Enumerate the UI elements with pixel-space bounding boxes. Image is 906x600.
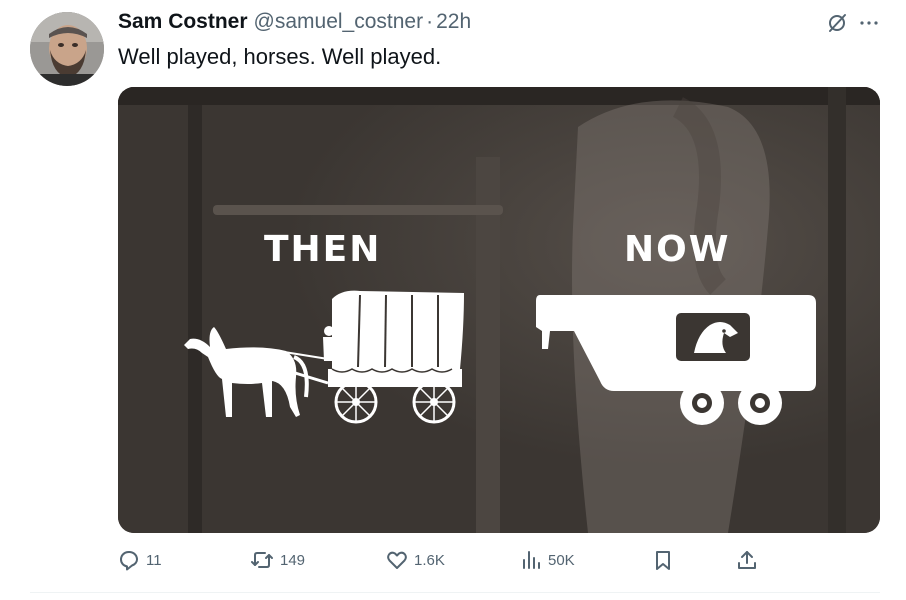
- like-button[interactable]: 1.6K: [386, 545, 445, 575]
- author-handle[interactable]: @samuel_costner: [254, 10, 424, 34]
- like-count: 1.6K: [414, 551, 445, 569]
- views-icon: [523, 551, 540, 569]
- now-label: NOW: [624, 229, 731, 270]
- retweet-button[interactable]: 149: [250, 545, 305, 575]
- then-label: THEN: [264, 229, 382, 270]
- reply-button[interactable]: 11: [118, 545, 162, 575]
- tweet-media-image[interactable]: THEN NOW: [118, 87, 880, 533]
- views-count: 50K: [548, 551, 575, 569]
- tweet-divider: [30, 592, 880, 593]
- reply-icon: [120, 551, 138, 571]
- reply-count: 11: [146, 551, 162, 569]
- tweet-header: Sam Costner @samuel_costner · 22h: [118, 10, 471, 36]
- tweet-text: Well played, horses. Well played.: [118, 44, 442, 69]
- share-icon: [738, 551, 756, 569]
- heart-icon: [387, 551, 407, 569]
- tweet-top-actions: [826, 12, 880, 34]
- timestamp[interactable]: 22h: [436, 10, 471, 34]
- author-name[interactable]: Sam Costner: [118, 10, 248, 34]
- avatar-photo: [30, 12, 104, 86]
- share-button[interactable]: [736, 545, 758, 575]
- more-icon[interactable]: [858, 12, 880, 34]
- avatar[interactable]: [30, 12, 104, 86]
- retweet-count: 149: [280, 551, 306, 569]
- bookmark-button[interactable]: [652, 545, 674, 575]
- horse-trailer-icon: [536, 295, 816, 425]
- bookmark-icon: [656, 551, 670, 570]
- views-button[interactable]: 50K: [520, 545, 575, 575]
- horse-wagon-icon: [184, 290, 464, 424]
- retweet-icon: [251, 552, 273, 568]
- separator-dot: ·: [426, 10, 434, 33]
- tweet-action-bar: 11 149 1.6K 50K: [118, 545, 778, 575]
- grok-icon[interactable]: [826, 12, 848, 34]
